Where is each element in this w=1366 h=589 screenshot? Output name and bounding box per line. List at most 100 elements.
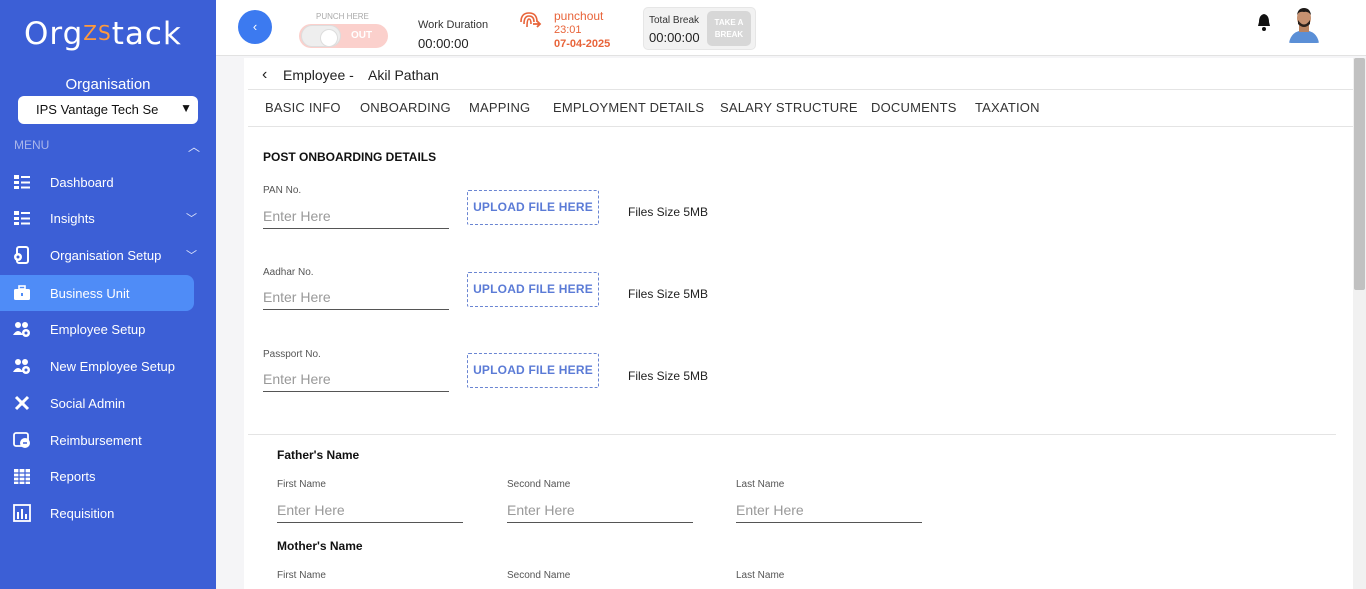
father-second-name-label: Second Name xyxy=(507,479,571,490)
father-first-name-input[interactable]: Enter Here xyxy=(277,499,463,523)
tab-onboarding[interactable]: ONBOARDING xyxy=(360,100,451,115)
sidebar-item-label: Requisition xyxy=(50,505,115,521)
employee-setup-icon xyxy=(13,322,30,337)
aadhar-input[interactable]: Enter Here xyxy=(263,286,449,310)
employee-name: Akil Pathan xyxy=(368,67,439,83)
organisation-select-value: IPS Vantage Tech Se xyxy=(36,102,159,117)
total-break-value: 00:00:00 xyxy=(649,30,700,45)
dashboard-icon xyxy=(14,175,30,189)
tab-basic-info[interactable]: BASIC INFO xyxy=(265,100,341,115)
father-last-name-input[interactable]: Enter Here xyxy=(736,499,922,523)
aadhar-label: Aadhar No. xyxy=(263,267,314,278)
take-break-button[interactable]: TAKE A BREAK xyxy=(707,11,751,46)
reports-icon xyxy=(14,469,30,484)
pan-file-size: Files Size 5MB xyxy=(628,205,709,219)
mother-last-name-label: Last Name xyxy=(736,570,785,581)
punchout-date: 07-04-2025 xyxy=(554,38,611,50)
organisation-select[interactable]: IPS Vantage Tech Se ▼ xyxy=(18,96,198,124)
take-break-label-line1: TAKE A xyxy=(714,18,744,27)
take-break-label-line2: BREAK xyxy=(714,30,744,39)
divider xyxy=(248,89,1353,90)
sidebar-item-label: New Employee Setup xyxy=(50,358,176,374)
chevron-down-icon: ﹀ xyxy=(186,213,197,225)
briefcase-icon xyxy=(14,285,30,300)
sidebar-item-label: Reports xyxy=(50,468,96,484)
social-admin-icon xyxy=(14,395,30,411)
father-first-name-label: First Name xyxy=(277,479,326,490)
punch-state: OUT xyxy=(351,30,373,41)
mother-name-heading: Mother's Name xyxy=(277,539,363,553)
section-title: POST ONBOARDING DETAILS xyxy=(263,150,437,164)
notification-bell-icon[interactable] xyxy=(1256,13,1272,31)
total-break-box: Total Break 00:00:00 TAKE A BREAK xyxy=(643,7,756,50)
sidebar-item-organisation-setup[interactable]: Organisation Setup ﹀ xyxy=(0,237,197,273)
punch-toggle-knob xyxy=(301,25,341,47)
mother-second-name-label: Second Name xyxy=(507,570,571,581)
father-first-name-placeholder: Enter Here xyxy=(277,502,345,518)
organisation-label: Organisation xyxy=(65,76,151,93)
tab-taxation[interactable]: TAXATION xyxy=(975,100,1040,115)
punchout-time: 23:01 xyxy=(554,24,582,36)
sidebar-item-reports[interactable]: Reports xyxy=(0,458,194,494)
tab-mapping[interactable]: MAPPING xyxy=(469,100,530,115)
father-last-name-placeholder: Enter Here xyxy=(736,502,804,518)
passport-placeholder: Enter Here xyxy=(263,371,331,387)
collapse-sidebar-button[interactable]: ‹ xyxy=(238,10,272,44)
sidebar: OrgZStack Organisation IPS Vantage Tech … xyxy=(0,0,216,589)
pan-upload-button[interactable]: UPLOAD FILE HERE xyxy=(467,190,599,225)
pan-input[interactable]: Enter Here xyxy=(263,205,449,229)
sidebar-item-label: Dashboard xyxy=(50,174,114,190)
requisition-icon xyxy=(13,504,31,522)
sidebar-item-requisition[interactable]: Requisition xyxy=(0,495,194,531)
tab-documents[interactable]: DOCUMENTS xyxy=(871,100,957,115)
pan-label: PAN No. xyxy=(263,185,302,196)
punch-toggle[interactable]: OUT xyxy=(299,24,388,48)
passport-input[interactable]: Enter Here xyxy=(263,368,449,392)
sidebar-item-employee-setup[interactable]: Employee Setup xyxy=(0,311,194,347)
sidebar-item-label: Reimbursement xyxy=(50,432,142,448)
fingerprint-icon xyxy=(520,12,542,28)
sidebar-item-social-admin[interactable]: Social Admin xyxy=(0,385,194,421)
page-scrollbar-thumb[interactable] xyxy=(1354,58,1365,290)
chevron-up-icon: ︿ xyxy=(187,140,200,154)
employee-panel: ‹ Employee - Akil Pathan BASIC INFO ONBO… xyxy=(244,58,1353,589)
father-name-heading: Father's Name xyxy=(277,448,360,462)
work-duration-value: 00:00:00 xyxy=(418,36,469,51)
total-break-label: Total Break xyxy=(649,15,700,26)
father-last-name-label: Last Name xyxy=(736,479,785,490)
aadhar-placeholder: Enter Here xyxy=(263,289,331,305)
passport-upload-button[interactable]: UPLOAD FILE HERE xyxy=(467,353,599,388)
chevron-down-icon: ▼ xyxy=(180,101,192,115)
father-second-name-placeholder: Enter Here xyxy=(507,502,575,518)
aadhar-upload-button[interactable]: UPLOAD FILE HERE xyxy=(467,272,599,307)
sidebar-item-dashboard[interactable]: Dashboard xyxy=(0,164,194,200)
work-duration-label: Work Duration xyxy=(418,19,489,31)
sidebar-item-label: Employee Setup xyxy=(50,321,146,337)
reimbursement-icon xyxy=(13,432,30,448)
sidebar-item-label: Business Unit xyxy=(50,285,130,301)
sidebar-item-label: Social Admin xyxy=(50,395,126,411)
sidebar-item-new-employee-setup[interactable]: New Employee Setup xyxy=(0,348,194,384)
father-second-name-input[interactable]: Enter Here xyxy=(507,499,693,523)
passport-label: Passport No. xyxy=(263,349,321,360)
punchout-label: punchout xyxy=(554,9,604,23)
sidebar-item-insights[interactable]: Insights ﹀ xyxy=(0,200,197,236)
sidebar-item-label: Organisation Setup xyxy=(50,247,162,263)
aadhar-file-size: Files Size 5MB xyxy=(628,287,709,301)
tab-employment-details[interactable]: EMPLOYMENT DETAILS xyxy=(553,100,704,115)
mother-first-name-label: First Name xyxy=(277,570,326,581)
employee-title: Employee - xyxy=(283,67,354,83)
tab-salary-structure[interactable]: SALARY STRUCTURE xyxy=(720,100,858,115)
sidebar-item-label: Insights xyxy=(50,210,95,226)
sidebar-item-reimbursement[interactable]: Reimbursement xyxy=(0,422,194,458)
organisation-setup-icon xyxy=(14,246,29,264)
pan-placeholder: Enter Here xyxy=(263,208,331,224)
menu-header[interactable]: MENU ︿ xyxy=(14,138,200,154)
divider xyxy=(248,126,1353,127)
user-avatar[interactable] xyxy=(1287,5,1321,43)
divider xyxy=(248,434,1336,435)
app-logo[interactable]: OrgZStack xyxy=(24,16,182,52)
sidebar-item-business-unit[interactable]: Business Unit xyxy=(0,275,194,311)
back-arrow-icon[interactable]: ‹ xyxy=(262,66,267,84)
new-employee-setup-icon xyxy=(13,359,30,374)
